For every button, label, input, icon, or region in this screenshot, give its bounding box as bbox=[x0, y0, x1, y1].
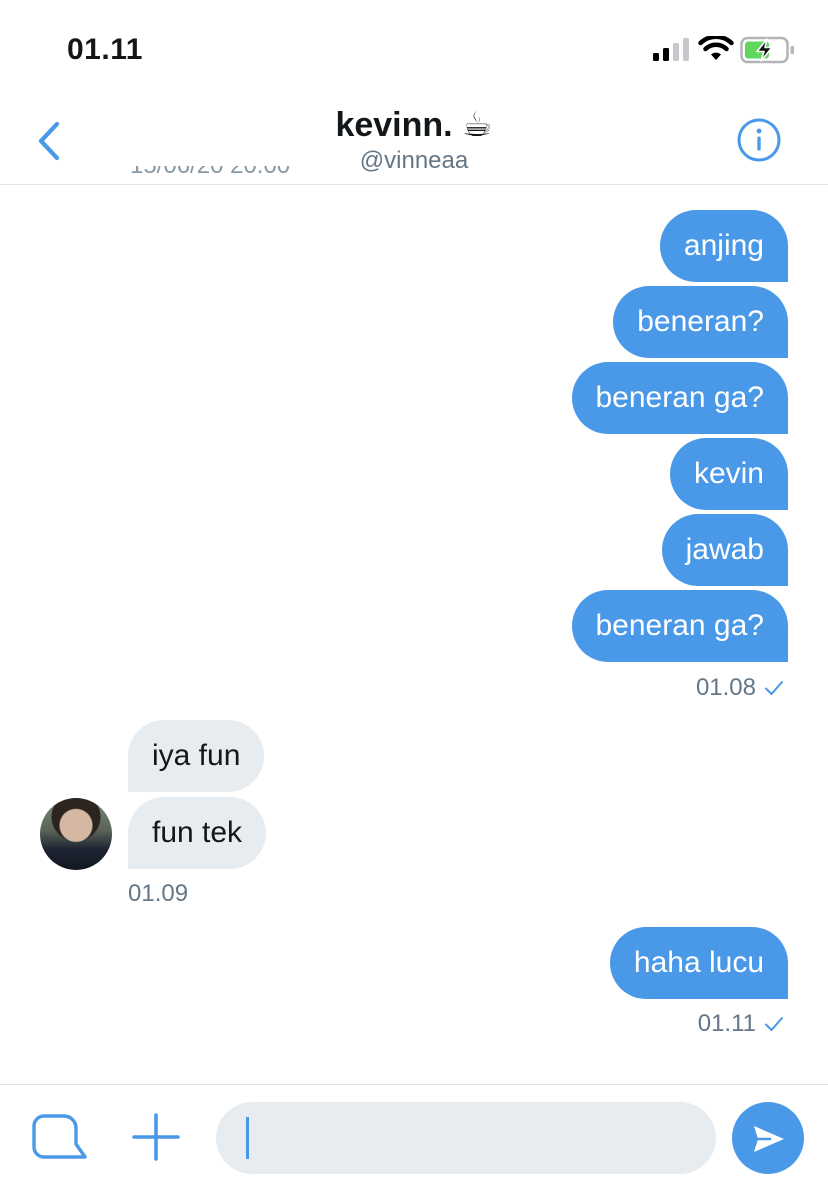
previous-timestamp: 15/06/20 20.00 bbox=[130, 166, 300, 186]
send-button[interactable] bbox=[732, 1102, 804, 1174]
message-input[interactable] bbox=[216, 1102, 716, 1174]
conversation-title: kevinn. ☕ bbox=[335, 106, 493, 144]
sent-message-bubble[interactable]: kevin bbox=[669, 438, 788, 510]
status-time: 01.11 bbox=[67, 33, 143, 66]
received-message-time: 01.09 bbox=[128, 880, 189, 907]
message-time: 01.11 bbox=[697, 1010, 756, 1037]
sent-message-meta: 01.11 bbox=[698, 1010, 784, 1038]
sent-message-bubble[interactable]: haha lucu bbox=[609, 927, 788, 999]
sent-message-bubble[interactable]: jawab bbox=[661, 514, 788, 586]
text-caret bbox=[246, 1117, 249, 1159]
add-button[interactable] bbox=[131, 1112, 181, 1162]
checkmark-icon bbox=[765, 1017, 783, 1031]
battery-charging-icon bbox=[740, 36, 794, 64]
sent-message-meta: 01.08 bbox=[696, 674, 784, 702]
sent-message-bubble[interactable]: beneran ga? bbox=[571, 362, 788, 434]
wifi-icon bbox=[698, 36, 734, 60]
composer-divider bbox=[0, 1084, 828, 1085]
avatar[interactable] bbox=[40, 798, 112, 870]
info-button[interactable] bbox=[736, 117, 782, 163]
header-divider bbox=[0, 184, 828, 185]
received-message-bubble[interactable]: fun tek bbox=[128, 797, 267, 869]
sent-message-bubble[interactable]: anjing bbox=[659, 210, 788, 282]
send-icon bbox=[754, 1126, 784, 1152]
conversation-handle: @vinneaa bbox=[359, 147, 469, 174]
cellular-signal-icon bbox=[653, 38, 689, 61]
plus-icon bbox=[132, 1113, 180, 1161]
gif-icon bbox=[32, 1114, 87, 1159]
received-message-bubble[interactable]: iya fun bbox=[128, 720, 265, 792]
checkmark-icon bbox=[765, 681, 783, 695]
sent-message-bubble[interactable]: beneran? bbox=[613, 286, 788, 358]
gif-button[interactable] bbox=[30, 1112, 90, 1166]
message-time: 01.08 bbox=[695, 674, 756, 701]
info-icon bbox=[737, 118, 781, 162]
sent-message-bubble[interactable]: beneran ga? bbox=[571, 590, 788, 662]
